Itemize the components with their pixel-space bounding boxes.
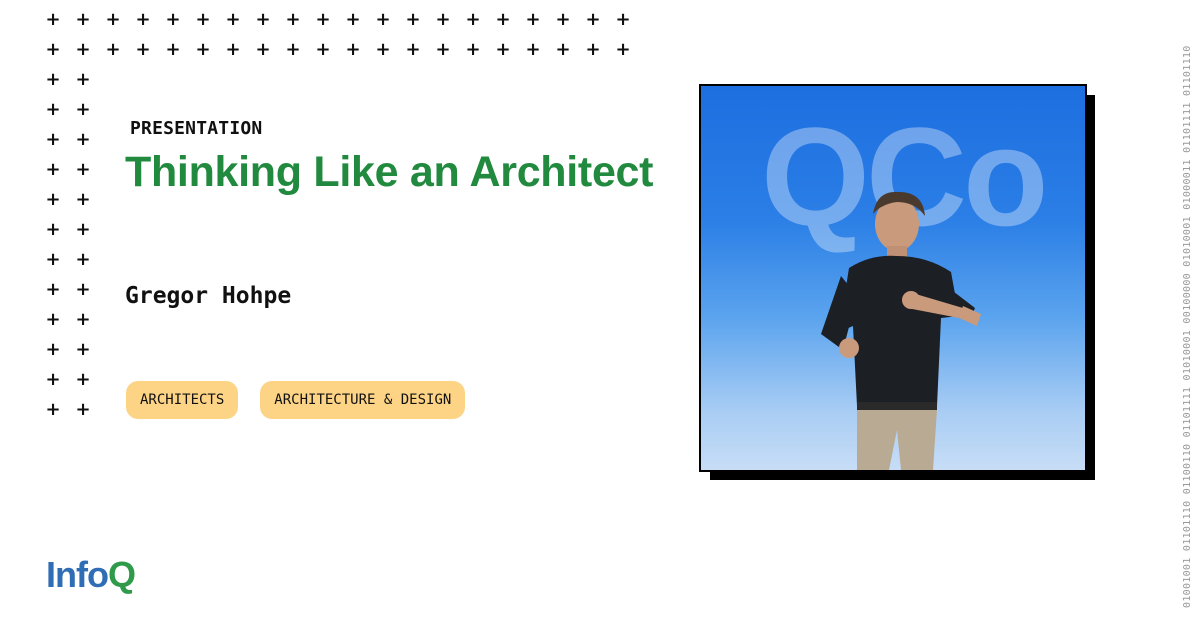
topic-tags: ARCHITECTS ARCHITECTURE & DESIGN [126, 381, 466, 419]
plus-mark: + [45, 189, 61, 210]
plus-mark: + [45, 219, 61, 240]
plus-mark: + [585, 9, 601, 30]
plus-mark: + [45, 369, 61, 390]
plus-mark: + [45, 99, 61, 120]
plus-mark: + [315, 39, 331, 60]
plus-mark: + [465, 39, 481, 60]
plus-mark: + [75, 189, 91, 210]
plus-mark: + [585, 39, 601, 60]
plus-mark: + [75, 309, 91, 330]
plus-mark: + [405, 39, 421, 60]
plus-mark: + [45, 159, 61, 180]
plus-mark: + [45, 309, 61, 330]
plus-mark: + [285, 39, 301, 60]
plus-mark: + [75, 399, 91, 420]
presentation-title[interactable]: Thinking Like an Architect [125, 148, 654, 197]
plus-mark: + [405, 9, 421, 30]
content-type-label: PRESENTATION [130, 118, 263, 139]
plus-mark: + [255, 39, 271, 60]
plus-mark: + [315, 9, 331, 30]
plus-mark: + [75, 129, 91, 150]
plus-mark: + [105, 9, 121, 30]
plus-mark: + [465, 9, 481, 30]
plus-mark: + [435, 39, 451, 60]
plus-mark: + [135, 9, 151, 30]
plus-mark: + [45, 339, 61, 360]
plus-mark: + [615, 9, 631, 30]
plus-mark: + [75, 159, 91, 180]
plus-mark: + [45, 249, 61, 270]
plus-mark: + [75, 69, 91, 90]
plus-mark: + [75, 9, 91, 30]
plus-mark: + [525, 9, 541, 30]
plus-mark: + [75, 249, 91, 270]
plus-mark: + [195, 9, 211, 30]
plus-mark: + [225, 9, 241, 30]
plus-mark: + [45, 399, 61, 420]
plus-mark: + [75, 219, 91, 240]
plus-mark: + [135, 39, 151, 60]
plus-mark: + [165, 9, 181, 30]
plus-mark: + [435, 9, 451, 30]
plus-mark: + [375, 9, 391, 30]
plus-mark: + [225, 39, 241, 60]
speaker-figure [821, 191, 981, 470]
plus-mark: + [75, 369, 91, 390]
plus-mark: + [45, 279, 61, 300]
binary-strip: 01001001 01101110 01100110 01101111 0101… [1182, 45, 1193, 608]
plus-mark: + [75, 339, 91, 360]
plus-mark: + [75, 39, 91, 60]
plus-mark: + [45, 129, 61, 150]
plus-mark: + [615, 39, 631, 60]
plus-mark: + [45, 39, 61, 60]
plus-mark: + [45, 69, 61, 90]
plus-mark: + [345, 39, 361, 60]
plus-mark: + [375, 39, 391, 60]
speaker-photo: QCo [699, 84, 1087, 472]
plus-mark: + [285, 9, 301, 30]
plus-mark: + [165, 39, 181, 60]
plus-mark: + [555, 39, 571, 60]
plus-mark: + [75, 99, 91, 120]
tag-architecture-design[interactable]: ARCHITECTURE & DESIGN [260, 381, 466, 419]
speaker-name[interactable]: Gregor Hohpe [125, 283, 291, 309]
plus-mark: + [105, 39, 121, 60]
plus-mark: + [255, 9, 271, 30]
plus-mark: + [195, 39, 211, 60]
plus-mark: + [555, 9, 571, 30]
plus-mark: + [45, 9, 61, 30]
plus-mark: + [495, 9, 511, 30]
plus-mark: + [495, 39, 511, 60]
infoq-logo[interactable]: InfoQ [46, 554, 136, 596]
tag-architects[interactable]: ARCHITECTS [126, 381, 239, 419]
plus-mark: + [345, 9, 361, 30]
plus-mark: + [525, 39, 541, 60]
plus-mark: + [75, 279, 91, 300]
